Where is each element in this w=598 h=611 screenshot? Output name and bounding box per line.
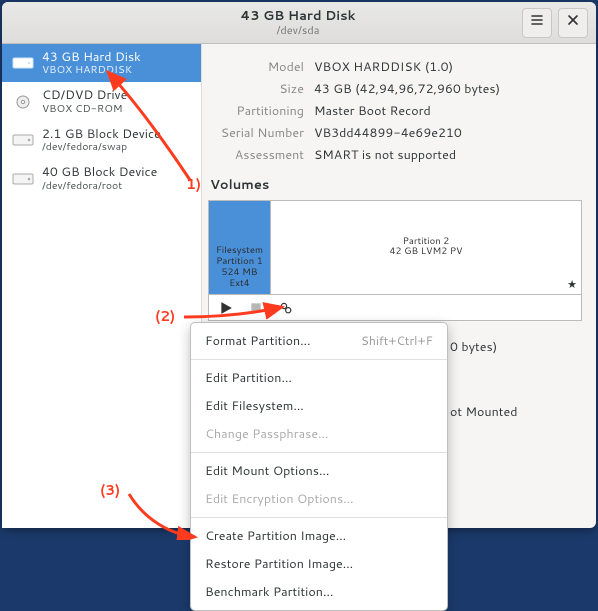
sidebar-item-sub: /dev/fedora/root: [42, 180, 157, 192]
hdd-icon: [12, 55, 34, 71]
mount-button[interactable]: [219, 301, 233, 315]
label-model: Model: [208, 58, 314, 76]
label-partitioning: Partitioning: [208, 102, 314, 120]
titlebar: 43 GB Hard Disk /dev/sda: [2, 2, 596, 44]
menu-label: Edit Filesystem…: [205, 397, 304, 415]
sidebar-item-hard-disk[interactable]: 43 GB Hard Disk VBOX HARDDISK: [2, 44, 201, 82]
sidebar-item-sub: VBOX CD-ROM: [42, 103, 127, 115]
menu-label: Create Partition Image…: [205, 527, 346, 545]
menu-label: Benchmark Partition…: [205, 583, 333, 601]
value-partitioning: Master Boot Record: [314, 102, 431, 120]
menu-format-partition[interactable]: Format Partition… Shift+Ctrl+F: [191, 327, 447, 355]
label-assessment: Assessment: [208, 146, 314, 164]
sidebar-item-sub: /dev/fedora/swap: [42, 141, 161, 153]
sidebar-item-block-root[interactable]: 40 GB Block Device /dev/fedora/root: [2, 159, 201, 197]
label-size: Size: [208, 80, 314, 98]
menu-create-partition-image[interactable]: Create Partition Image…: [191, 522, 447, 550]
menu-label: Restore Partition Image…: [205, 555, 353, 573]
menu-label: Edit Encryption Options…: [205, 490, 354, 508]
sidebar-item-title: 2.1 GB Block Device: [42, 127, 161, 141]
sidebar-item-optical[interactable]: CD/DVD Drive VBOX CD-ROM: [2, 82, 201, 120]
optical-icon: [12, 94, 34, 110]
volume-options-button[interactable]: [279, 301, 293, 315]
value-serial: VB3dd44899-4e69e210: [314, 124, 462, 142]
menu-benchmark-partition[interactable]: Benchmark Partition…: [191, 578, 447, 606]
value-size: 43 GB (42,94,96,72,960 bytes): [314, 80, 500, 98]
menu-separator: [191, 517, 447, 518]
star-icon: ★: [567, 278, 577, 291]
partition-context-menu: Format Partition… Shift+Ctrl+F Edit Part…: [190, 322, 448, 611]
menu-change-passphrase: Change Passphrase…: [191, 420, 447, 448]
close-icon: [566, 13, 580, 32]
device-sidebar: 43 GB Hard Disk VBOX HARDDISK CD/DVD Dri…: [2, 44, 202, 528]
close-button[interactable]: [558, 8, 588, 38]
hidden-mount-tail: ot Mounted: [450, 403, 518, 421]
sidebar-item-title: 43 GB Hard Disk: [42, 50, 141, 64]
hdd-icon: [12, 171, 34, 187]
sidebar-item-title: 40 GB Block Device: [42, 165, 157, 179]
volumes-diagram: Filesystem Partition 1 524 MB Ext4 Parti…: [208, 200, 582, 295]
sidebar-item-block-swap[interactable]: 2.1 GB Block Device /dev/fedora/swap: [2, 121, 201, 159]
label-serial: Serial Number: [208, 124, 314, 142]
hidden-size-tail: 0 bytes): [450, 338, 497, 356]
menu-restore-partition-image[interactable]: Restore Partition Image…: [191, 550, 447, 578]
partition-1-line3: 524 MB Ext4: [213, 268, 266, 290]
menu-edit-mount-options[interactable]: Edit Mount Options…: [191, 457, 447, 485]
menu-edit-encryption-options: Edit Encryption Options…: [191, 485, 447, 513]
menu-edit-partition[interactable]: Edit Partition…: [191, 364, 447, 392]
unmount-button[interactable]: [249, 301, 263, 315]
menu-label: Format Partition…: [205, 332, 311, 350]
menu-separator: [191, 452, 447, 453]
menu-label: Edit Partition…: [205, 369, 292, 387]
value-model: VBOX HARDDISK (1.0): [314, 58, 453, 76]
menu-accel: Shift+Ctrl+F: [361, 332, 433, 350]
hamburger-button[interactable]: [522, 8, 552, 38]
menu-label: Change Passphrase…: [205, 425, 329, 443]
hdd-icon: [12, 132, 34, 148]
window-subtitle: /dev/sda: [74, 24, 522, 37]
partition-2-line2: 42 GB LVM2 PV: [389, 248, 462, 259]
hamburger-icon: [530, 13, 544, 32]
partition-2[interactable]: Partition 2 42 GB LVM2 PV ★: [271, 201, 581, 294]
volume-toolbar: [208, 295, 582, 321]
menu-edit-filesystem[interactable]: Edit Filesystem…: [191, 392, 447, 420]
sidebar-item-sub: VBOX HARDDISK: [42, 64, 141, 76]
menu-separator: [191, 359, 447, 360]
menu-label: Edit Mount Options…: [205, 462, 330, 480]
partition-1[interactable]: Filesystem Partition 1 524 MB Ext4: [209, 201, 271, 294]
value-assessment: SMART is not supported: [314, 146, 456, 164]
volumes-heading: Volumes: [210, 176, 582, 194]
sidebar-item-title: CD/DVD Drive: [42, 88, 127, 102]
